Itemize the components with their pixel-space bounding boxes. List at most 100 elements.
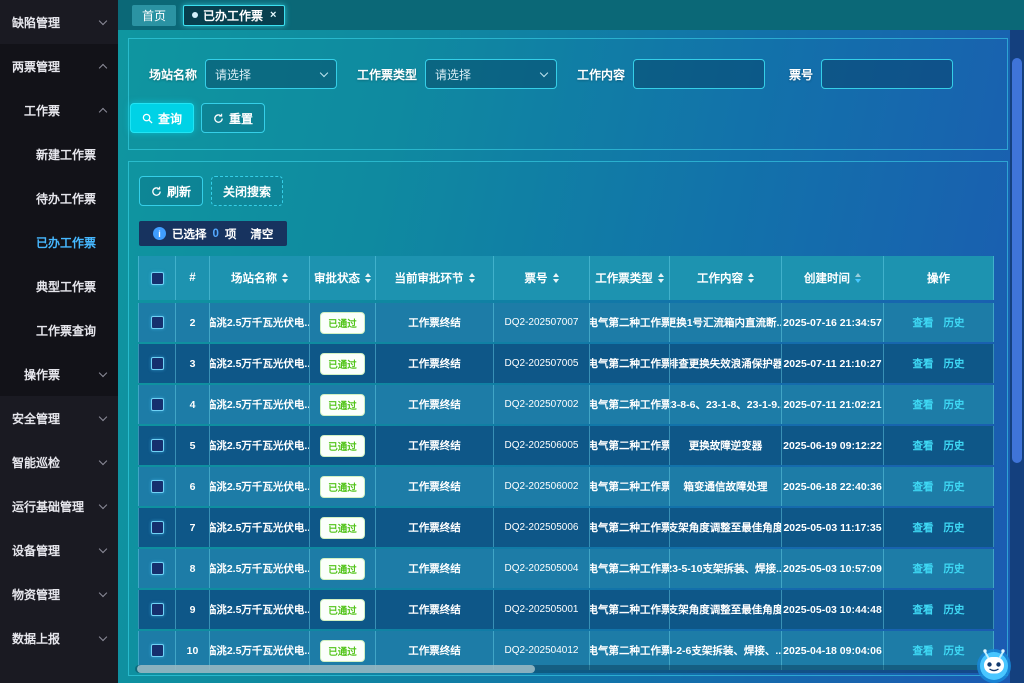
horizontal-scrollbar[interactable]	[135, 665, 1001, 673]
table-header-row: #场站名称审批状态当前审批环节票号工作票类型工作内容创建时间操作	[138, 256, 994, 300]
row-checkbox[interactable]	[151, 439, 164, 452]
history-link[interactable]: 历史	[944, 438, 965, 453]
sidebar-item-safety-mgmt[interactable]: 安全管理	[0, 396, 118, 440]
view-link[interactable]: 查看	[913, 479, 934, 494]
view-link[interactable]: 查看	[913, 356, 934, 371]
station-name-label: 场站名称	[149, 66, 197, 83]
sidebar-item-done-work-ticket[interactable]: 已办工作票	[0, 220, 118, 264]
row-checkbox[interactable]	[151, 480, 164, 493]
sidebar-item-two-ticket-mgmt[interactable]: 两票管理	[0, 44, 118, 88]
column-header-label: 创建时间	[804, 270, 850, 286]
view-link[interactable]: 查看	[913, 397, 934, 412]
view-link[interactable]: 查看	[913, 643, 934, 658]
history-link[interactable]: 历史	[944, 643, 965, 658]
sidebar-item-operation-base-mgmt[interactable]: 运行基础管理	[0, 484, 118, 528]
history-link[interactable]: 历史	[944, 479, 965, 494]
header-select-all-cell	[138, 256, 176, 300]
sidebar-item-work-ticket[interactable]: 工作票	[0, 88, 118, 132]
sidebar-item-equipment-mgmt[interactable]: 设备管理	[0, 528, 118, 572]
view-link[interactable]: 查看	[913, 520, 934, 535]
sort-icon[interactable]	[365, 273, 371, 283]
cell-index: 4	[176, 385, 210, 424]
vertical-scrollbar[interactable]	[1010, 30, 1024, 683]
sidebar-item-todo-work-ticket[interactable]: 待办工作票	[0, 176, 118, 220]
column-header-step[interactable]: 当前审批环节	[376, 256, 494, 300]
column-header-ticket-no[interactable]: 票号	[494, 256, 590, 300]
vertical-scrollbar-thumb[interactable]	[1012, 58, 1022, 463]
chevron-down-icon	[99, 412, 107, 420]
sidebar-item-operation-ticket[interactable]: 操作票	[0, 352, 118, 396]
cell-created: 2025-05-03 10:57:09	[782, 549, 884, 588]
sort-icon[interactable]	[282, 273, 288, 283]
sort-icon[interactable]	[748, 273, 754, 283]
view-link[interactable]: 查看	[913, 602, 934, 617]
row-checkbox[interactable]	[151, 398, 164, 411]
query-button[interactable]: 查询	[130, 103, 194, 133]
row-checkbox[interactable]	[151, 316, 164, 329]
tab-done-work-tickets[interactable]: 已办工作票 ×	[183, 5, 285, 26]
ticket-type-select[interactable]: 请选择	[425, 59, 557, 89]
sidebar-item-defect-mgmt[interactable]: 缺陷管理	[0, 0, 118, 44]
select-all-checkbox[interactable]	[151, 272, 164, 285]
view-link[interactable]: 查看	[913, 438, 934, 453]
column-header-station[interactable]: 场站名称	[210, 256, 310, 300]
cell-created: 2025-07-16 21:34:57	[782, 303, 884, 342]
horizontal-scrollbar-thumb[interactable]	[137, 665, 535, 673]
cell-step: 工作票终结	[376, 344, 494, 383]
sort-icon[interactable]	[553, 273, 559, 283]
station-name-select[interactable]: 请选择	[205, 59, 337, 89]
cell-created: 2025-05-03 10:44:48	[782, 590, 884, 629]
column-header-label: 操作	[927, 270, 950, 286]
clear-selection-link[interactable]: 清空	[250, 226, 273, 242]
cell-type: 电气第二种工作票	[590, 385, 670, 424]
column-header-created[interactable]: 创建时间	[782, 256, 884, 300]
sidebar-item-material-mgmt[interactable]: 物资管理	[0, 572, 118, 616]
column-header-type[interactable]: 工作票类型	[590, 256, 670, 300]
sidebar-item-label: 工作票	[24, 102, 60, 119]
work-content-input[interactable]	[633, 59, 765, 89]
history-link[interactable]: 历史	[944, 561, 965, 576]
row-checkbox[interactable]	[151, 644, 164, 657]
history-link[interactable]: 历史	[944, 356, 965, 371]
row-checkbox[interactable]	[151, 521, 164, 534]
sidebar-item-label: 两票管理	[12, 58, 60, 75]
sidebar-item-typical-work-ticket[interactable]: 典型工作票	[0, 264, 118, 308]
history-link[interactable]: 历史	[944, 315, 965, 330]
assistant-robot-button[interactable]	[972, 641, 1016, 683]
cell-content: 更换故障逆变器	[670, 426, 782, 465]
column-header-content[interactable]: 工作内容	[670, 256, 782, 300]
column-header-label: 当前审批环节	[395, 270, 464, 286]
cell-actions: 查看历史	[884, 549, 994, 588]
history-link[interactable]: 历史	[944, 397, 965, 412]
reset-icon	[213, 113, 224, 124]
row-checkbox[interactable]	[151, 603, 164, 616]
status-badge: 已通过	[320, 476, 365, 498]
tab-home[interactable]: 首页	[132, 5, 176, 26]
row-checkbox[interactable]	[151, 357, 164, 370]
row-checkbox[interactable]	[151, 562, 164, 575]
sidebar-item-data-report[interactable]: 数据上报	[0, 616, 118, 660]
ticket-no-input[interactable]	[821, 59, 953, 89]
reset-button[interactable]: 重置	[201, 103, 265, 133]
sort-icon[interactable]	[658, 273, 664, 283]
sidebar-item-smart-inspection[interactable]: 智能巡检	[0, 440, 118, 484]
cell-status: 已通过	[310, 590, 376, 629]
selection-count: 0	[213, 228, 219, 240]
filter-panel: 场站名称 请选择 工作票类型 请选择 工作内容 票号	[128, 38, 1008, 150]
view-link[interactable]: 查看	[913, 561, 934, 576]
sidebar-item-new-work-ticket[interactable]: 新建工作票	[0, 132, 118, 176]
column-header-status[interactable]: 审批状态	[310, 256, 376, 300]
sort-icon[interactable]	[855, 273, 861, 283]
cell-index: 9	[176, 590, 210, 629]
history-link[interactable]: 历史	[944, 520, 965, 535]
tab-close-icon[interactable]: ×	[270, 10, 276, 21]
refresh-button[interactable]: 刷新	[139, 176, 203, 206]
close-search-button[interactable]: 关闭搜索	[211, 176, 283, 206]
chevron-down-icon	[540, 68, 548, 76]
cell-type: 电气第二种工作票	[590, 508, 670, 547]
view-link[interactable]: 查看	[913, 315, 934, 330]
sort-icon[interactable]	[469, 273, 475, 283]
cell-station: 临洮2.5万千瓦光伏电...	[210, 549, 310, 588]
sidebar-item-work-ticket-query[interactable]: 工作票查询	[0, 308, 118, 352]
history-link[interactable]: 历史	[944, 602, 965, 617]
